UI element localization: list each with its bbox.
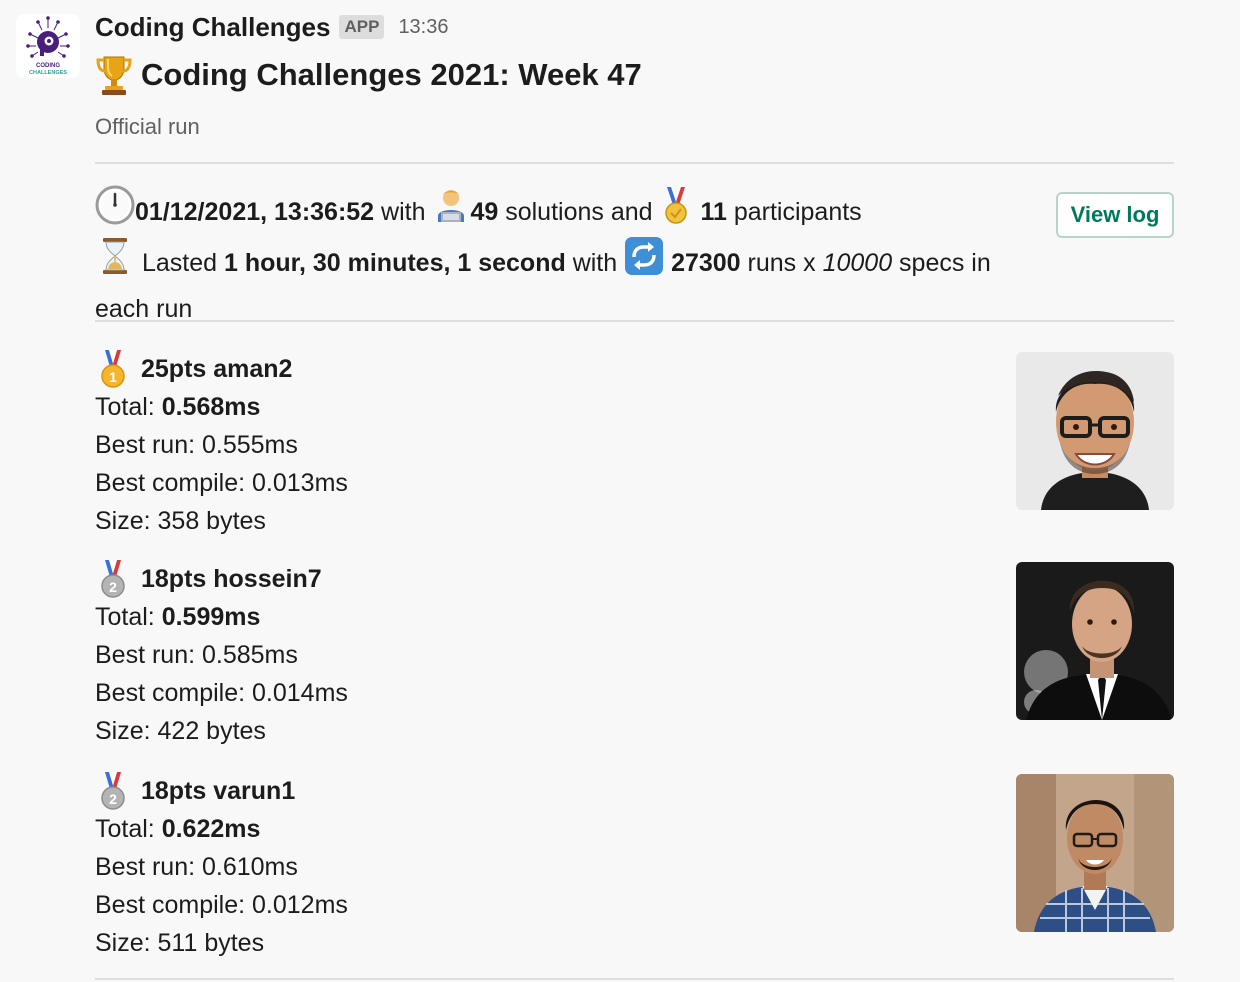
specs-count: 10000 (822, 249, 893, 278)
app-badge: APP (339, 15, 385, 39)
entry-best-compile: Best compile: 0.014ms (95, 679, 348, 707)
divider (95, 320, 1174, 322)
entry-headline: 2 18pts varun1 (95, 772, 348, 810)
entry-size: Size: 422 bytes (95, 717, 266, 745)
gold-medal-icon: 1 (95, 349, 131, 389)
entry-size: Size: 358 bytes (95, 507, 266, 535)
run-duration: 1 hour, 30 minutes, 1 second (223, 249, 566, 278)
entry-total: Total: 0.568ms (95, 388, 348, 426)
entry-total: Total: 0.622ms (95, 810, 348, 848)
total-value: 0.622ms (161, 815, 261, 843)
message-timestamp[interactable]: 13:36 (398, 16, 448, 39)
message-container: CODING CHALLENGES Coding Challenges APP … (0, 0, 1240, 982)
total-value: 0.568ms (161, 393, 261, 421)
divider (95, 978, 1174, 980)
entry-best-compile: Best compile: 0.012ms (95, 891, 348, 919)
app-logo[interactable]: CODING CHALLENGES (16, 14, 80, 78)
stats-text: with (374, 198, 433, 227)
trophy-icon (95, 54, 133, 96)
logo-text-2: CHALLENGES (29, 70, 67, 76)
run-stats: 01/12/2021, 13:36:52 with 49 solutions a… (95, 185, 1040, 328)
silver-medal-icon: 2 (95, 559, 131, 599)
title-row: Coding Challenges 2021: Week 47 (95, 52, 642, 98)
view-log-button[interactable]: View log (1056, 192, 1174, 238)
stats-text: participants (726, 198, 862, 227)
entry-details: 1 25pts aman2 Total: 0.568ms Best run: 0… (95, 350, 348, 540)
hourglass-icon (95, 236, 135, 287)
entry-best-run: Best run: 0.555ms (95, 431, 298, 459)
user-photo[interactable] (1016, 774, 1174, 932)
entry-score-name: 18pts varun1 (141, 777, 296, 805)
participants-count: 11 (700, 198, 727, 227)
svg-text:2: 2 (109, 579, 117, 595)
entry-details: 2 18pts varun1 Total: 0.622ms Best run: … (95, 772, 348, 962)
stats-text: with (565, 249, 625, 278)
message-subtitle: Official run (95, 114, 200, 139)
leaderboard-entry: 2 18pts hossein7 Total: 0.599ms Best run… (95, 560, 1174, 750)
message-title: Coding Challenges 2021: Week 47 (141, 57, 642, 92)
solutions-count: 49 (470, 198, 499, 227)
stats-text: Lasted (141, 249, 224, 278)
entry-score-name: 25pts aman2 (141, 355, 293, 383)
entry-size: Size: 511 bytes (95, 929, 265, 957)
user-photo[interactable] (1016, 562, 1174, 720)
total-label: Total: (95, 815, 162, 843)
total-label: Total: (95, 603, 162, 631)
leaderboard-entry: 1 25pts aman2 Total: 0.568ms Best run: 0… (95, 350, 1174, 540)
logo-text-1: CODING (36, 63, 60, 69)
divider (95, 162, 1174, 164)
repeat-icon (624, 236, 664, 287)
svg-text:2: 2 (109, 791, 117, 807)
entry-best-run: Best run: 0.585ms (95, 641, 298, 669)
runs-count: 27300 (671, 249, 741, 278)
entry-best-compile: Best compile: 0.013ms (95, 469, 348, 497)
leaderboard-entry: 2 18pts varun1 Total: 0.622ms Best run: … (95, 772, 1174, 962)
entry-details: 2 18pts hossein7 Total: 0.599ms Best run… (95, 560, 348, 750)
total-label: Total: (95, 393, 162, 421)
technologist-icon (432, 186, 470, 235)
stats-text: runs x (740, 249, 823, 278)
entry-score-name: 18pts hossein7 (141, 565, 322, 593)
sports-medal-icon (659, 185, 693, 236)
entry-headline: 1 25pts aman2 (95, 350, 348, 388)
run-datetime: 01/12/2021, 13:36:52 (135, 198, 375, 227)
clock-icon (95, 185, 135, 236)
user-photo[interactable] (1016, 352, 1174, 510)
entry-total: Total: 0.599ms (95, 598, 348, 636)
total-value: 0.599ms (161, 603, 261, 631)
entry-headline: 2 18pts hossein7 (95, 560, 348, 598)
stats-text: solutions and (498, 198, 660, 227)
app-name[interactable]: Coding Challenges (95, 12, 330, 43)
entry-best-run: Best run: 0.610ms (95, 853, 298, 881)
silver-medal-icon: 2 (95, 771, 131, 811)
svg-text:1: 1 (109, 369, 117, 385)
message-header: Coding Challenges APP 13:36 (95, 8, 449, 46)
